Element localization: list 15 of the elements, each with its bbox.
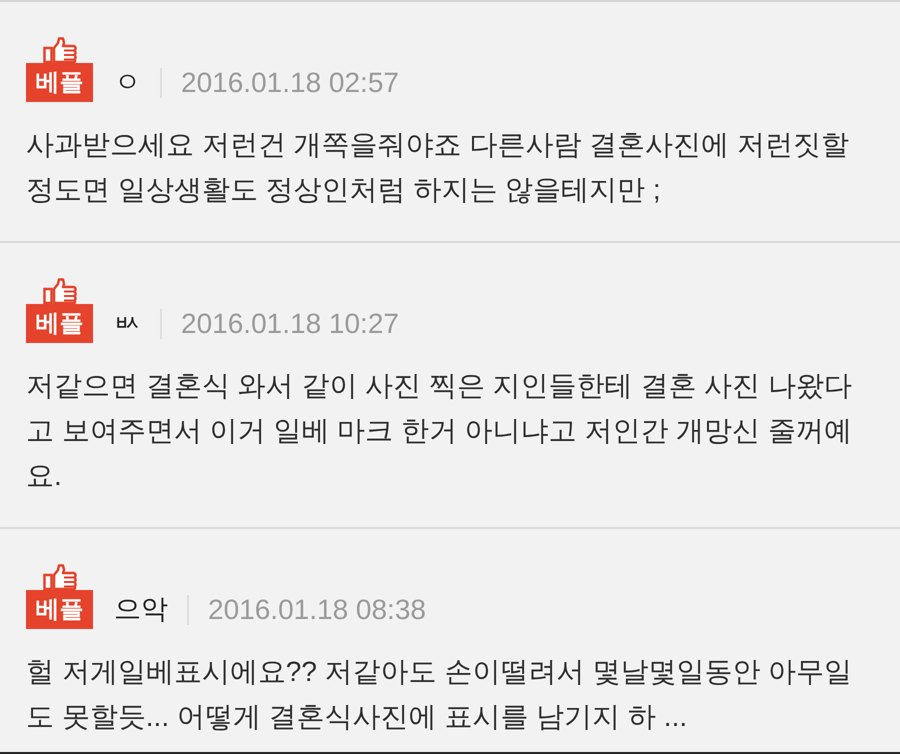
author-name: 으악 bbox=[114, 593, 168, 626]
author-name: ㅄ bbox=[114, 307, 141, 340]
comment-date: 2016.01.18 02:57 bbox=[181, 66, 399, 100]
comment-text: 저같으면 결혼식 와서 같이 사진 찍은 지인들한테 결혼 사진 나왔다고 보여주면서 이거 일베 마크 한거 아니냐고 저인간 개망신 줄꺼예요. bbox=[26, 369, 854, 493]
comment-date: 2016.01.18 10:27 bbox=[181, 307, 399, 341]
comment-text: 헐 저게일베표시에요?? 저같아도 손이떨려서 몇날몇일동안 아무일도 못할듯... 어떻게 결혼식사진에 표시를 남기지 하 ... bbox=[26, 655, 854, 734]
thumbs-up-icon bbox=[42, 37, 76, 63]
best-reply-label: 베플 bbox=[26, 63, 93, 102]
best-reply-label: 베플 bbox=[26, 304, 93, 343]
comment-text: 사과받으세요 저런건 개쪽을줘야죠 다른사람 결혼사진에 저런짓할 정도면 일상생활도 정상인처럼 하지는 않을테지만 ; bbox=[26, 128, 850, 207]
best-reply-label: 베플 bbox=[26, 590, 93, 629]
thumbs-up-icon bbox=[42, 564, 76, 590]
author-name: ㅇ bbox=[114, 66, 141, 99]
thumbs-up-icon bbox=[42, 278, 76, 304]
comment-date: 2016.01.18 08:38 bbox=[208, 593, 426, 627]
